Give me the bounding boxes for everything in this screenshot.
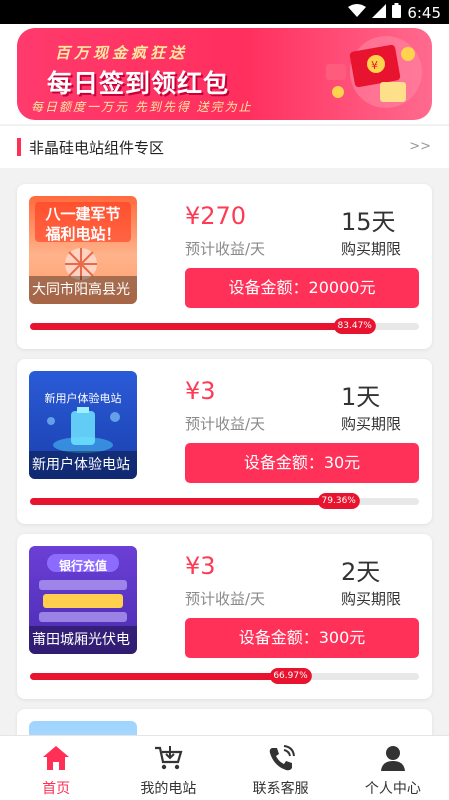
section-header: 非晶硅电站组件专区 >> xyxy=(0,124,449,168)
bottom-navigation: 首页 我的电站 联系客服 个人中心 xyxy=(0,735,449,800)
home-icon xyxy=(43,746,70,770)
thumbnail-title: 银行充值 xyxy=(58,559,107,573)
nav-home[interactable]: 首页 xyxy=(0,736,112,800)
nav-support[interactable]: 联系客服 xyxy=(225,736,337,800)
product-name: 新用户体验电站 xyxy=(29,451,137,479)
banner-line1: 百万现金疯狂送 xyxy=(55,44,189,62)
product-thumbnail: 新用户体验电站 新用户体验电站 xyxy=(29,371,137,479)
product-card[interactable]: 八一建军节 福利电站！ 大同市阳高县光 ¥270 预计收益/天 15天 购买期限 … xyxy=(17,184,432,349)
equipment-amount-button[interactable]: 设备金额：30元 xyxy=(185,443,419,483)
thumbnail-title: 新用户体验电站 xyxy=(44,392,122,405)
section-more-link[interactable]: >> xyxy=(409,139,431,154)
red-envelope-illustration: ¥ xyxy=(326,36,422,108)
purchase-period-value: 15天 xyxy=(341,208,396,236)
daily-income-label: 预计收益/天 xyxy=(185,590,266,608)
progress-fill xyxy=(30,498,339,505)
section-accent-bar xyxy=(17,138,21,156)
banner-line3: 每日额度一万元 先到先得 送完为止 xyxy=(31,100,253,114)
product-name: 莆田城厢光伏电 xyxy=(29,626,137,654)
nav-profile-label: 个人中心 xyxy=(364,781,421,797)
daily-income-value: ¥270 xyxy=(185,202,247,230)
purchase-period-label: 购买期限 xyxy=(341,415,402,433)
promo-banner[interactable]: 百万现金疯狂送 每日签到领红包 每日额度一万元 先到先得 送完为止 ¥ xyxy=(17,28,432,120)
purchase-period-label: 购买期限 xyxy=(341,590,402,608)
purchase-period-value: 2天 xyxy=(341,558,381,586)
daily-income-label: 预计收益/天 xyxy=(185,415,266,433)
product-thumbnail: 八一建军节 福利电站！ 大同市阳高县光 xyxy=(29,196,137,304)
nav-support-label: 联系客服 xyxy=(252,781,309,797)
cart-icon xyxy=(155,746,183,770)
progress-percent: 79.36% xyxy=(317,493,360,509)
status-time: 6:45 xyxy=(407,3,441,22)
progress-bar: 79.36% xyxy=(30,493,419,509)
thumbnail-title: 八一建军节 福利电站！ xyxy=(45,205,121,243)
product-card[interactable]: 新用户体验电站 新用户体验电站 ¥3 预计收益/天 1天 购买期限 设备金额：3… xyxy=(17,359,432,524)
banner-line2: 每日签到领红包 xyxy=(47,69,230,98)
purchase-period-label: 购买期限 xyxy=(341,240,402,258)
section-title: 非晶硅电站组件专区 xyxy=(29,139,165,157)
nav-home-label: 首页 xyxy=(42,781,71,797)
battery-icon xyxy=(392,3,402,22)
daily-income-value: ¥3 xyxy=(185,377,216,405)
progress-percent: 66.97% xyxy=(269,668,312,684)
progress-percent: 83.47% xyxy=(333,318,376,334)
product-name: 大同市阳高县光 xyxy=(29,276,137,304)
daily-income-value: ¥3 xyxy=(185,552,216,580)
nav-profile[interactable]: 个人中心 xyxy=(337,736,449,800)
purchase-period-value: 1天 xyxy=(341,383,381,411)
product-card[interactable]: 银行充值 莆田城厢光伏电 ¥3 预计收益/天 2天 购买期限 设备金额：300元… xyxy=(17,534,432,699)
nav-my-stations[interactable]: 我的电站 xyxy=(112,736,224,800)
status-bar: 6:45 xyxy=(0,0,449,24)
signal-icon xyxy=(372,3,387,22)
product-thumbnail: 银行充值 莆田城厢光伏电 xyxy=(29,546,137,654)
phone-icon xyxy=(269,745,295,771)
progress-fill xyxy=(30,673,291,680)
equipment-amount-button[interactable]: 设备金额：300元 xyxy=(185,618,419,658)
daily-income-label: 预计收益/天 xyxy=(185,240,266,258)
equipment-amount-button[interactable]: 设备金额：20000元 xyxy=(185,268,419,308)
progress-bar: 66.97% xyxy=(30,668,419,684)
wifi-icon xyxy=(348,3,367,22)
progress-fill xyxy=(30,323,355,330)
nav-my-stations-label: 我的电站 xyxy=(140,781,197,797)
svg-text:¥: ¥ xyxy=(371,59,378,72)
progress-bar: 83.47% xyxy=(30,318,419,334)
user-icon xyxy=(380,746,405,771)
